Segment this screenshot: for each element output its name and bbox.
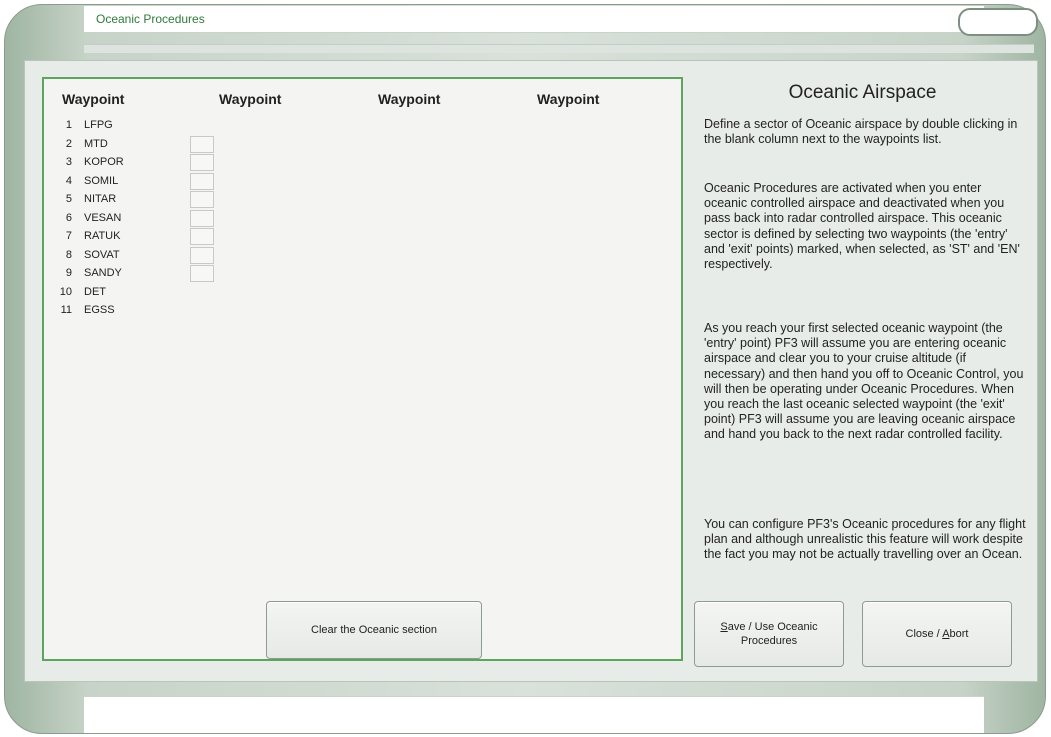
- oceanic-select-cell[interactable]: [190, 209, 214, 227]
- waypoint-number: 9: [65, 267, 72, 279]
- waypoint-number: 8: [65, 248, 72, 261]
- waypoint-number: 10: [59, 285, 72, 298]
- title-bar: Oceanic Procedures: [84, 6, 984, 33]
- info-paragraph-4: You can configure PF3's Oceanic procedur…: [704, 517, 1026, 562]
- close-button-label: Close / Abort: [905, 628, 969, 640]
- oceanic-select-cell[interactable]: [190, 154, 214, 171]
- waypoint-number: 2: [65, 137, 72, 150]
- window-title: Oceanic Procedures: [96, 12, 205, 26]
- waypoint-number: 11: [60, 304, 72, 316]
- waypoint-name: LFPG: [84, 119, 113, 131]
- info-paragraph-1: Define a sector of Oceanic airspace by d…: [704, 117, 1018, 147]
- waypoint-name: MTD: [84, 137, 108, 150]
- info-paragraph-3: As you reach your first selected oceanic…: [704, 321, 1024, 442]
- bottom-strip: [84, 696, 984, 733]
- waypoint-name: SOVAT: [84, 248, 120, 261]
- waypoint-number: 1: [65, 119, 72, 131]
- waypoint-name: DET: [84, 285, 106, 298]
- waypoint-name: VESAN: [84, 211, 122, 224]
- oceanic-select-cell[interactable]: [190, 172, 214, 190]
- oceanic-select-cell[interactable]: [190, 265, 214, 282]
- oceanic-select-cell[interactable]: [190, 135, 214, 153]
- waypoint-number: 5: [65, 193, 72, 205]
- info-paragraph-2: Oceanic Procedures are activated when yo…: [704, 181, 1020, 272]
- waypoint-name: SANDY: [84, 267, 122, 279]
- waypoint-name: EGSS: [84, 304, 115, 316]
- save-use-oceanic-button[interactable]: Save / Use Oceanic Procedures: [694, 601, 844, 667]
- waypoint-number: 4: [65, 174, 72, 187]
- waypoint-name: SOMIL: [84, 174, 119, 187]
- clear-oceanic-label: Clear the Oceanic section: [311, 624, 437, 636]
- window-control-pill[interactable]: [958, 8, 1038, 36]
- info-title: Oceanic Airspace: [788, 82, 937, 103]
- waypoint-name: KOPOR: [84, 156, 124, 168]
- clear-oceanic-button[interactable]: Clear the Oceanic section: [266, 601, 482, 659]
- waypoint-number: 6: [65, 211, 72, 224]
- column-header-4: Waypoint: [537, 91, 600, 107]
- column-header-2: Waypoint: [219, 91, 282, 107]
- waypoint-number: 7: [65, 230, 72, 242]
- waypoint-name: RATUK: [84, 230, 121, 242]
- column-header-1: Waypoint: [62, 91, 125, 107]
- column-header-3: Waypoint: [378, 91, 441, 107]
- oceanic-select-cell[interactable]: [190, 191, 214, 208]
- waypoint-number: 3: [65, 156, 72, 168]
- oceanic-select-cell[interactable]: [190, 228, 214, 245]
- save-button-line1: Save / Use Oceanic: [720, 621, 818, 633]
- save-button-line2: Procedures: [740, 635, 798, 647]
- oceanic-select-cell[interactable]: [190, 246, 214, 264]
- close-abort-button[interactable]: Close / Abort: [862, 601, 1012, 667]
- top-divider: [84, 44, 1034, 53]
- waypoints-panel: Waypoint Waypoint Waypoint Waypoint 1 LFP…: [42, 77, 683, 661]
- waypoint-name: NITAR: [84, 193, 117, 205]
